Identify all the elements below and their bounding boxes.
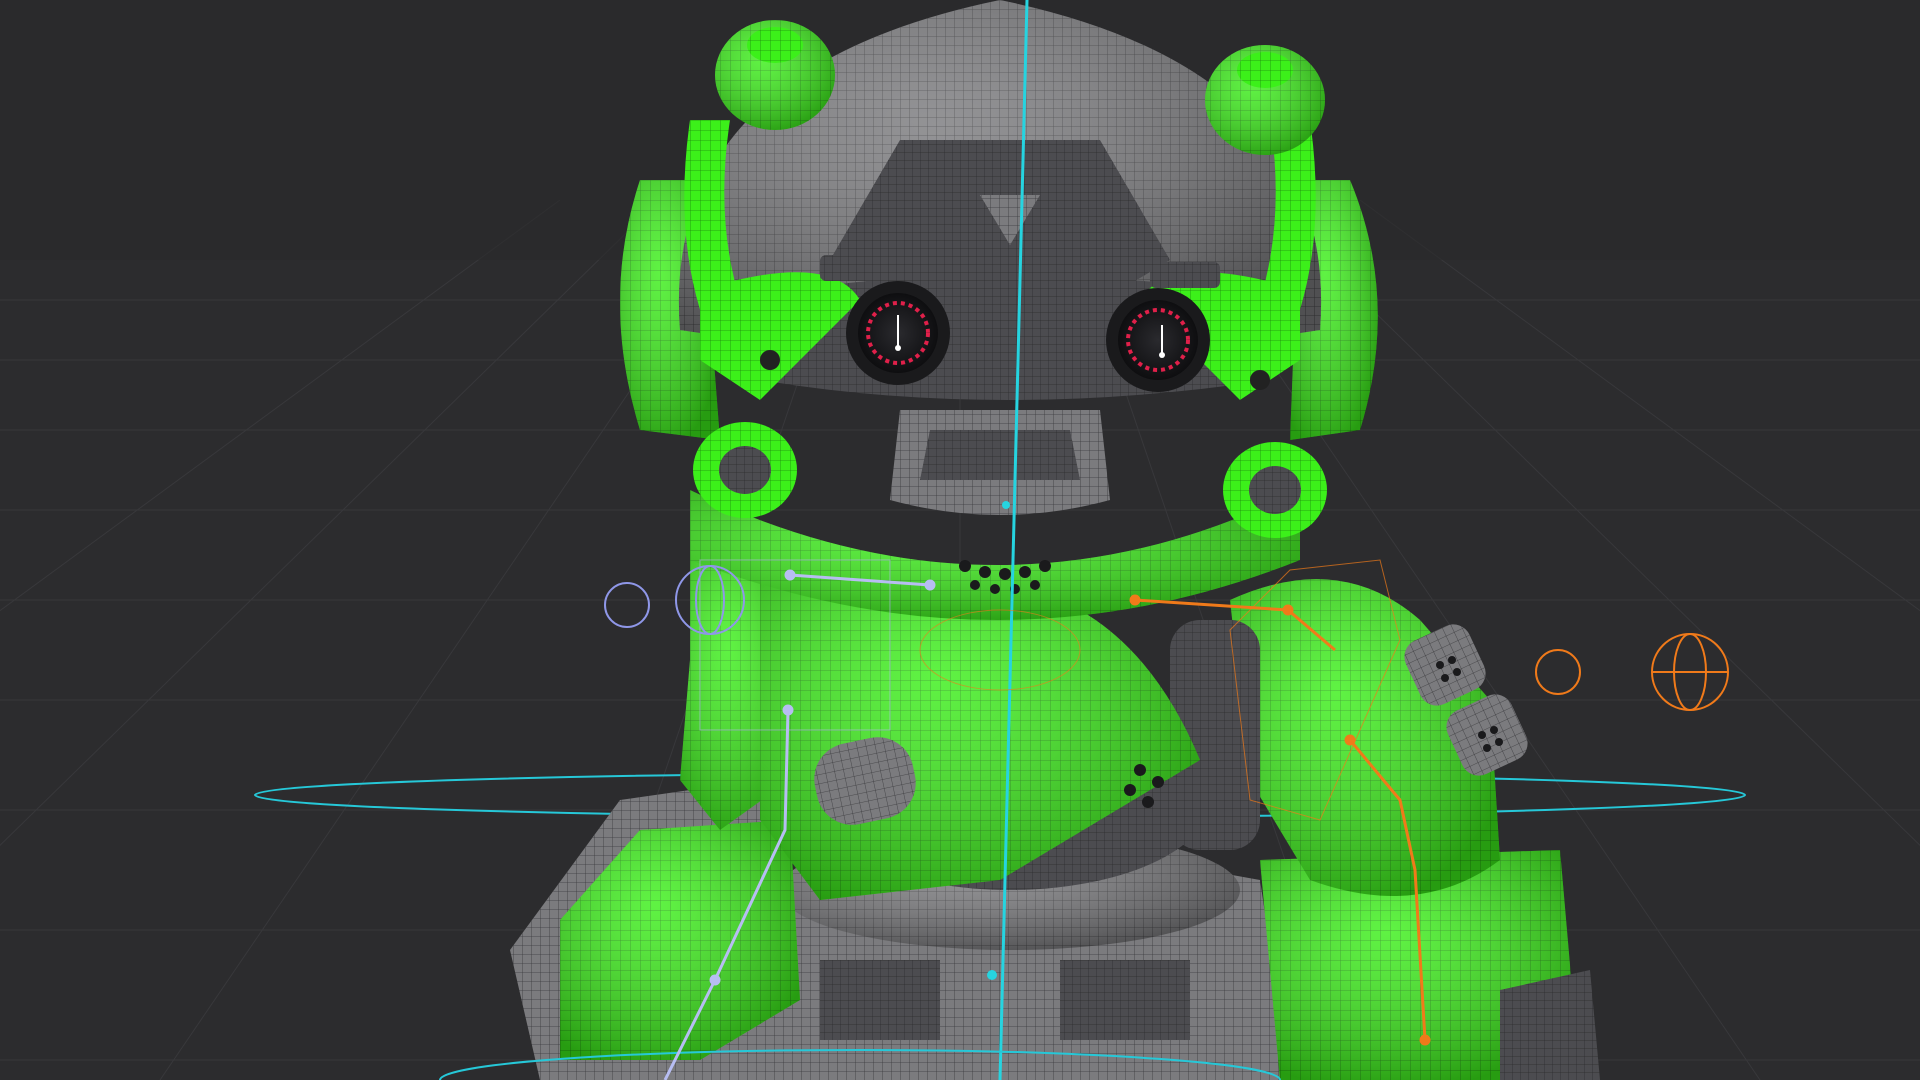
robot-right-eye [1106,288,1210,392]
robot-left-eye [846,281,950,385]
3d-viewport[interactable] [0,0,1920,1080]
viewport-canvas[interactable] [0,0,1920,1080]
